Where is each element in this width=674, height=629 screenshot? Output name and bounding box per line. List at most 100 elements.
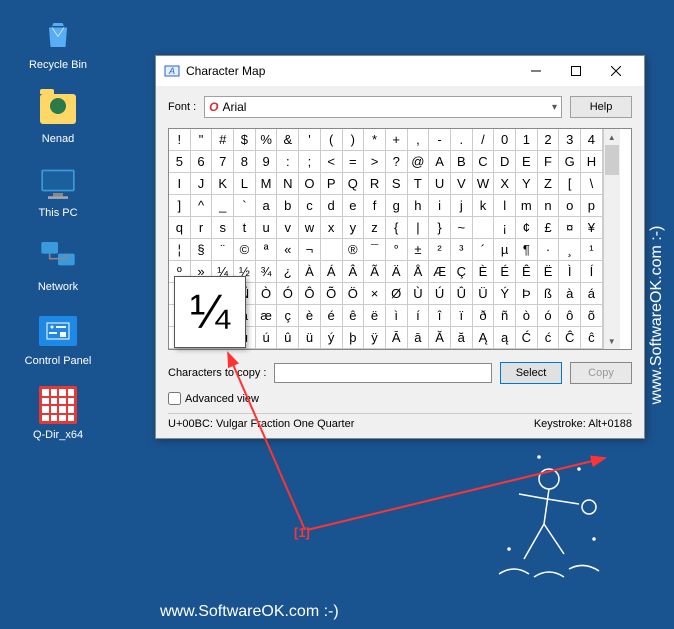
character-cell[interactable]: C (473, 151, 495, 173)
close-button[interactable] (596, 57, 636, 85)
character-cell[interactable]: Ĉ (559, 327, 581, 349)
character-cell[interactable]: ° (386, 239, 408, 261)
character-cell[interactable]: Ù (408, 283, 430, 305)
character-cell[interactable]: T (408, 173, 430, 195)
character-cell[interactable]: « (277, 239, 299, 261)
character-cell[interactable]: ) (343, 129, 365, 151)
character-cell[interactable]: ¢ (516, 217, 538, 239)
character-cell[interactable]: ± (408, 239, 430, 261)
character-cell[interactable]: y (343, 217, 365, 239)
character-cell[interactable]: K (212, 173, 234, 195)
character-cell[interactable]: E (516, 151, 538, 173)
copy-button[interactable]: Copy (570, 362, 632, 384)
character-cell[interactable]: ² (429, 239, 451, 261)
character-cell[interactable]: ³ (451, 239, 473, 261)
character-cell[interactable]: - (429, 129, 451, 151)
character-cell[interactable]: r (191, 217, 213, 239)
character-cell[interactable]: ā (408, 327, 430, 349)
character-cell[interactable]: ô (559, 305, 581, 327)
character-cell[interactable]: Ö (343, 283, 365, 305)
character-cell[interactable]: ' (299, 129, 321, 151)
character-cell[interactable]: h (408, 195, 430, 217)
character-cell[interactable]: õ (581, 305, 603, 327)
character-cell[interactable]: 5 (169, 151, 191, 173)
character-cell[interactable]: s (212, 217, 234, 239)
character-cell[interactable]: 6 (191, 151, 213, 173)
character-cell[interactable]: ò (516, 305, 538, 327)
character-cell[interactable]: ú (256, 327, 278, 349)
character-cell[interactable]: ß (538, 283, 560, 305)
character-cell[interactable]: j (451, 195, 473, 217)
character-cell[interactable]: Æ (429, 261, 451, 283)
character-cell[interactable]: ª (256, 239, 278, 261)
character-cell[interactable]: = (343, 151, 365, 173)
character-cell[interactable]: ^ (191, 195, 213, 217)
character-cell[interactable]: Õ (321, 283, 343, 305)
character-cell[interactable]: d (321, 195, 343, 217)
character-cell[interactable]: v (277, 217, 299, 239)
scroll-down-arrow-icon[interactable]: ▼ (604, 333, 620, 349)
character-cell[interactable]: q (169, 217, 191, 239)
character-cell[interactable]: X (494, 173, 516, 195)
character-cell[interactable]: G (559, 151, 581, 173)
character-cell[interactable]: N (277, 173, 299, 195)
character-cell[interactable]: ÿ (364, 327, 386, 349)
character-cell[interactable]: V (451, 173, 473, 195)
desktop-icon-user-folder[interactable]: Nenad (20, 89, 96, 145)
character-cell[interactable]: { (386, 217, 408, 239)
character-cell[interactable]: Ą (473, 327, 495, 349)
character-cell[interactable]: ç (277, 305, 299, 327)
character-cell[interactable]: § (191, 239, 213, 261)
character-cell[interactable]: a (256, 195, 278, 217)
character-cell[interactable]: c (299, 195, 321, 217)
character-cell[interactable]: % (256, 129, 278, 151)
character-cell[interactable]: H (581, 151, 603, 173)
character-cell[interactable]: " (191, 129, 213, 151)
character-cell[interactable]: D (494, 151, 516, 173)
character-cell[interactable]: 1 (516, 129, 538, 151)
character-cell[interactable]: ì (386, 305, 408, 327)
character-cell[interactable]: ¯ (364, 239, 386, 261)
character-cell[interactable]: Ä (386, 261, 408, 283)
character-cell[interactable]: $ (234, 129, 256, 151)
character-cell[interactable]: Ă (429, 327, 451, 349)
character-cell[interactable]: R (364, 173, 386, 195)
character-cell[interactable]: é (321, 305, 343, 327)
character-cell[interactable]: Ć (516, 327, 538, 349)
character-cell[interactable]: 3 (559, 129, 581, 151)
character-cell[interactable] (473, 217, 495, 239)
character-cell[interactable]: w (299, 217, 321, 239)
font-select[interactable]: O Arial ▾ (204, 96, 562, 118)
character-cell[interactable]: ă (451, 327, 473, 349)
character-cell[interactable]: ` (234, 195, 256, 217)
select-button[interactable]: Select (500, 362, 562, 384)
character-cell[interactable]: Ã (364, 261, 386, 283)
character-cell[interactable]: J (191, 173, 213, 195)
character-cell[interactable]: / (473, 129, 495, 151)
character-cell[interactable]: f (364, 195, 386, 217)
character-cell[interactable]: ü (299, 327, 321, 349)
character-cell[interactable]: [ (559, 173, 581, 195)
character-cell[interactable]: P (321, 173, 343, 195)
character-cell[interactable]: ð (473, 305, 495, 327)
character-cell[interactable]: ë (364, 305, 386, 327)
character-cell[interactable]: 2 (538, 129, 560, 151)
character-cell[interactable]: t (234, 217, 256, 239)
character-cell[interactable]: @ (408, 151, 430, 173)
desktop-icon-recycle-bin[interactable]: Recycle Bin (20, 15, 96, 71)
character-cell[interactable]: . (451, 129, 473, 151)
character-cell[interactable]: p (581, 195, 603, 217)
character-cell[interactable]: Q (343, 173, 365, 195)
character-cell[interactable]: ( (321, 129, 343, 151)
character-cell[interactable]: ê (343, 305, 365, 327)
character-cell[interactable]: * (364, 129, 386, 151)
character-cell[interactable]: Y (516, 173, 538, 195)
character-cell[interactable]: + (386, 129, 408, 151)
character-cell[interactable]: ñ (494, 305, 516, 327)
character-cell[interactable]: \ (581, 173, 603, 195)
character-cell[interactable]: x (321, 217, 343, 239)
character-cell[interactable]: ĉ (581, 327, 603, 349)
character-cell[interactable]: À (299, 261, 321, 283)
character-cell[interactable]: ¹ (581, 239, 603, 261)
character-cell[interactable]: l (494, 195, 516, 217)
